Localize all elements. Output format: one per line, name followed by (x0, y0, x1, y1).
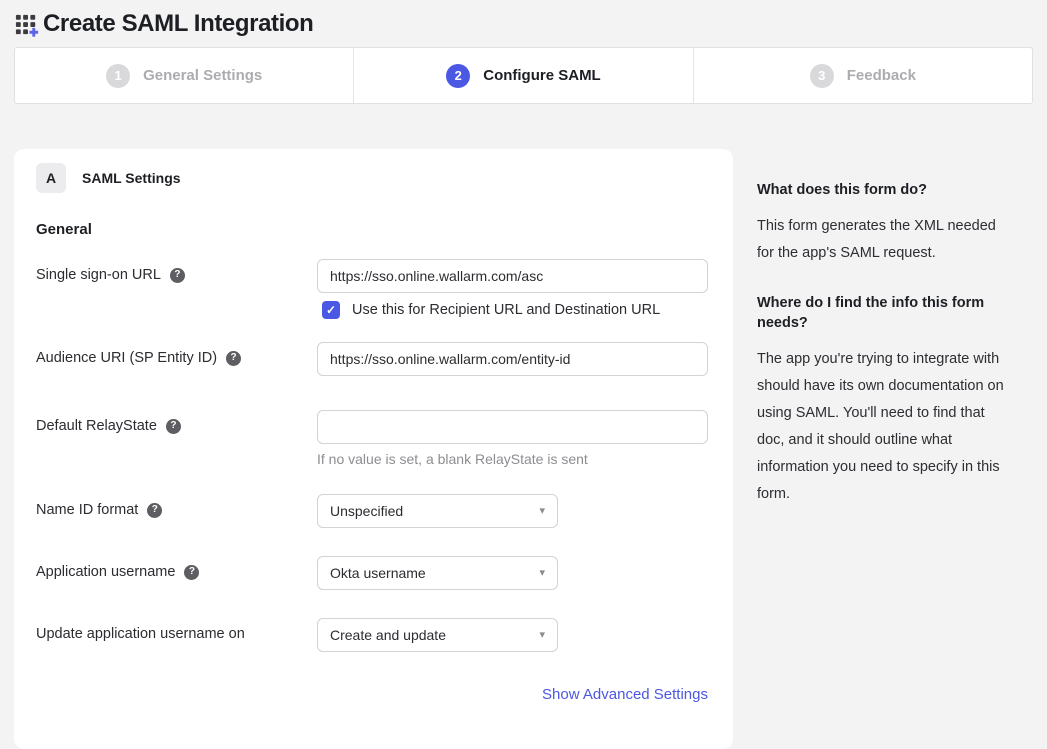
wizard-steps: 1 General Settings 2 Configure SAML 3 Fe… (14, 47, 1033, 104)
select-value: Create and update (330, 627, 446, 643)
checkbox-checked-icon: ✓ (322, 301, 340, 319)
select-value: Okta username (330, 565, 426, 581)
update-application-username-label: Update application username on (36, 618, 317, 642)
field-row-default-relaystate: Default RelayState ? If no value is set,… (36, 410, 708, 467)
step-feedback[interactable]: 3 Feedback (694, 48, 1032, 103)
step-label: Configure SAML (483, 67, 601, 84)
help-answer-2: The app you're trying to integrate with … (757, 346, 1013, 508)
field-row-update-application-username: Update application username on Create an… (36, 618, 708, 652)
step-number-badge: 3 (810, 64, 834, 88)
single-sign-on-url-input[interactable] (317, 259, 708, 293)
help-icon[interactable]: ? (226, 351, 241, 366)
audience-uri-input[interactable] (317, 342, 708, 376)
section-title: SAML Settings (82, 170, 181, 186)
name-id-format-select[interactable]: Unspecified ▾ (317, 494, 558, 528)
select-value: Unspecified (330, 503, 403, 519)
help-question-2: Where do I find the info this form needs… (757, 293, 1013, 333)
page-title: Create SAML Integration (43, 10, 313, 38)
help-icon[interactable]: ? (147, 503, 162, 518)
page-header: Create SAML Integration (0, 0, 1047, 40)
step-number-badge: 2 (446, 64, 470, 88)
help-icon[interactable]: ? (170, 268, 185, 283)
step-general-settings[interactable]: 1 General Settings (15, 48, 354, 103)
audience-uri-label: Audience URI (SP Entity ID) ? (36, 342, 317, 366)
show-advanced-settings-link[interactable]: Show Advanced Settings (542, 686, 708, 703)
help-sidebar: What does this form do? This form genera… (757, 149, 1013, 534)
field-label-text: Application username (36, 564, 175, 580)
single-sign-on-url-label: Single sign-on URL ? (36, 259, 317, 283)
name-id-format-label: Name ID format ? (36, 494, 317, 518)
section-header: A SAML Settings (36, 163, 708, 193)
application-username-select[interactable]: Okta username ▾ (317, 556, 558, 590)
field-label-text: Update application username on (36, 626, 245, 642)
help-icon[interactable]: ? (166, 419, 181, 434)
relaystate-hint: If no value is set, a blank RelayState i… (317, 451, 708, 467)
help-icon[interactable]: ? (184, 565, 199, 580)
step-configure-saml[interactable]: 2 Configure SAML (354, 48, 693, 103)
field-label-text: Audience URI (SP Entity ID) (36, 350, 217, 366)
saml-settings-card: A SAML Settings General Single sign-on U… (14, 149, 733, 749)
field-row-name-id-format: Name ID format ? Unspecified ▾ (36, 494, 708, 528)
help-answer-1: This form generates the XML needed for t… (757, 213, 1013, 267)
field-row-application-username: Application username ? Okta username ▾ (36, 556, 708, 590)
step-number-badge: 1 (106, 64, 130, 88)
application-username-label: Application username ? (36, 556, 317, 580)
default-relaystate-label: Default RelayState ? (36, 410, 317, 434)
section-badge: A (36, 163, 66, 193)
default-relaystate-input[interactable] (317, 410, 708, 444)
chevron-down-icon: ▾ (539, 568, 545, 579)
field-row-single-sign-on-url: Single sign-on URL ? ✓ Use this for Reci… (36, 259, 708, 319)
field-label-text: Default RelayState (36, 418, 157, 434)
update-application-username-select[interactable]: Create and update ▾ (317, 618, 558, 652)
field-label-text: Name ID format (36, 502, 138, 518)
checkbox-label: Use this for Recipient URL and Destinati… (352, 302, 660, 318)
step-label: Feedback (847, 67, 916, 84)
chevron-down-icon: ▾ (539, 630, 545, 641)
chevron-down-icon: ▾ (539, 506, 545, 517)
field-row-audience-uri: Audience URI (SP Entity ID) ? (36, 342, 708, 376)
help-question-1: What does this form do? (757, 180, 1013, 200)
step-label: General Settings (143, 67, 262, 84)
create-app-icon (14, 12, 41, 39)
use-for-recipient-destination-checkbox[interactable]: ✓ Use this for Recipient URL and Destina… (322, 301, 708, 319)
group-title-general: General (36, 221, 708, 238)
field-label-text: Single sign-on URL (36, 267, 161, 283)
check-icon: ✓ (326, 304, 336, 316)
